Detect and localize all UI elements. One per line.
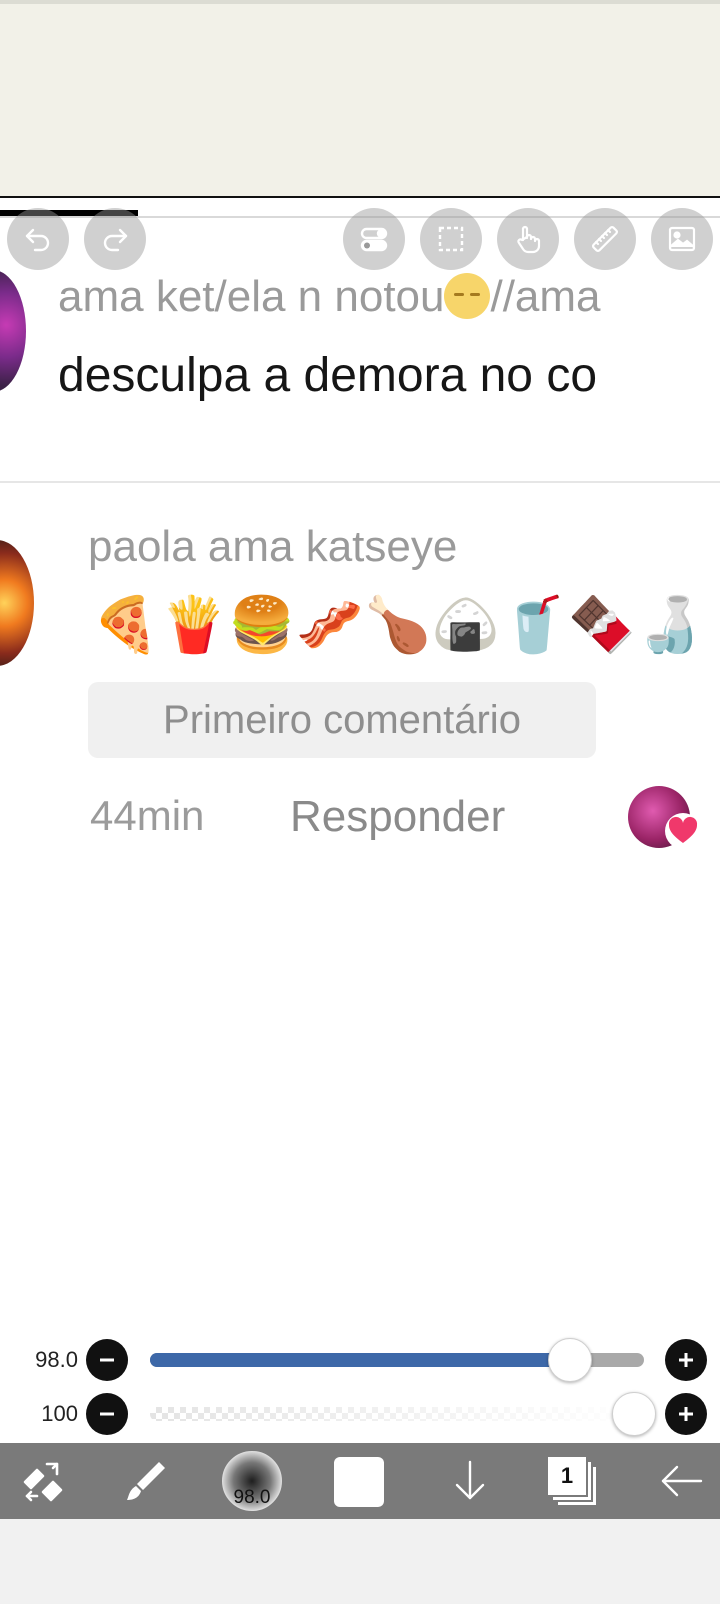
selection-icon bbox=[438, 226, 464, 252]
opacity-decrease-button[interactable] bbox=[86, 1393, 128, 1435]
fries-icon: 🍟 bbox=[160, 595, 228, 655]
chocolate-icon: 🍫 bbox=[568, 595, 636, 655]
rice-ball-icon: 🍙 bbox=[432, 595, 500, 655]
drawing-app-screen: ama ket/ela n notou //ama desculpa a demo… bbox=[0, 0, 720, 1604]
ruler-button[interactable] bbox=[574, 208, 636, 270]
comment-username[interactable]: paola ama katseye bbox=[88, 522, 457, 572]
selection-button[interactable] bbox=[420, 208, 482, 270]
burger-icon: 🍔 bbox=[228, 595, 296, 655]
undo-button[interactable] bbox=[7, 208, 69, 270]
image-icon bbox=[668, 226, 696, 252]
hand-button[interactable] bbox=[497, 208, 559, 270]
hand-icon bbox=[517, 225, 541, 254]
back-button[interactable] bbox=[652, 1443, 712, 1519]
first-comment-badge: Primeiro comentário bbox=[88, 682, 596, 758]
download-button[interactable] bbox=[440, 1443, 500, 1519]
minus-icon bbox=[100, 1358, 114, 1362]
comment-emoji-text: 🍕 🍟 🍔 🥓 🍗 🍙 🥤 🍫 🍶 bbox=[92, 590, 720, 660]
username-text: ama ket/ela n notou bbox=[58, 272, 445, 321]
brush-tool-button[interactable] bbox=[116, 1443, 176, 1519]
reply-button[interactable]: Responder bbox=[290, 792, 505, 842]
plus-icon bbox=[679, 1353, 693, 1367]
heart-icon bbox=[665, 813, 701, 849]
undo-icon bbox=[25, 228, 50, 252]
sake-icon: 🍶 bbox=[636, 595, 704, 655]
download-icon bbox=[455, 1460, 485, 1500]
comment-divider bbox=[0, 481, 720, 483]
brush-size-preview[interactable]: 98.0 bbox=[222, 1451, 282, 1511]
brush-size-fill bbox=[150, 1353, 570, 1367]
brush-size-increase-button[interactable] bbox=[665, 1339, 707, 1381]
toggle-icon bbox=[360, 227, 388, 252]
ruler-icon bbox=[592, 226, 618, 252]
transform-icon bbox=[23, 1462, 63, 1502]
comment-username[interactable]: ama ket/ela n notou //ama bbox=[58, 272, 601, 322]
brush-preview-label: 98.0 bbox=[233, 1487, 271, 1508]
comment-text: desculpa a demora no co bbox=[58, 349, 598, 402]
opacity-increase-button[interactable] bbox=[665, 1393, 707, 1435]
image-button[interactable] bbox=[651, 208, 713, 270]
minus-icon bbox=[100, 1412, 114, 1416]
opacity-track[interactable] bbox=[150, 1407, 644, 1421]
top-workspace bbox=[0, 0, 720, 198]
back-arrow-icon bbox=[661, 1465, 703, 1497]
redo-button[interactable] bbox=[84, 208, 146, 270]
username-suffix: //ama bbox=[490, 272, 601, 321]
color-swatch[interactable] bbox=[334, 1457, 384, 1507]
bottom-spacer bbox=[0, 1519, 720, 1604]
plus-icon bbox=[679, 1407, 693, 1421]
brush-size-thumb[interactable] bbox=[547, 1338, 592, 1382]
comment-timestamp: 44min bbox=[90, 792, 205, 839]
bacon-icon: 🥓 bbox=[296, 595, 364, 655]
brush-size-slider-row: 98.0 bbox=[0, 1333, 720, 1387]
bottom-toolbar: 98.0 1 bbox=[0, 1443, 720, 1519]
toggle-button[interactable] bbox=[343, 208, 405, 270]
brush-icon bbox=[127, 1462, 165, 1500]
layer-count: 1 bbox=[548, 1457, 586, 1495]
pizza-icon: 🍕 bbox=[92, 595, 160, 655]
opacity-thumb[interactable] bbox=[612, 1392, 656, 1436]
redo-icon bbox=[103, 228, 128, 252]
brush-size-value: 98.0 bbox=[35, 1347, 78, 1372]
opacity-value: 100 bbox=[41, 1401, 78, 1426]
drumstick-icon: 🍗 bbox=[364, 595, 432, 655]
layers-button[interactable]: 1 bbox=[548, 1457, 600, 1507]
transform-button[interactable] bbox=[12, 1443, 72, 1519]
brush-size-decrease-button[interactable] bbox=[86, 1339, 128, 1381]
opacity-slider-row: 100 bbox=[0, 1387, 720, 1441]
cup-icon: 🥤 bbox=[500, 595, 568, 655]
pensive-face-icon bbox=[444, 273, 491, 319]
